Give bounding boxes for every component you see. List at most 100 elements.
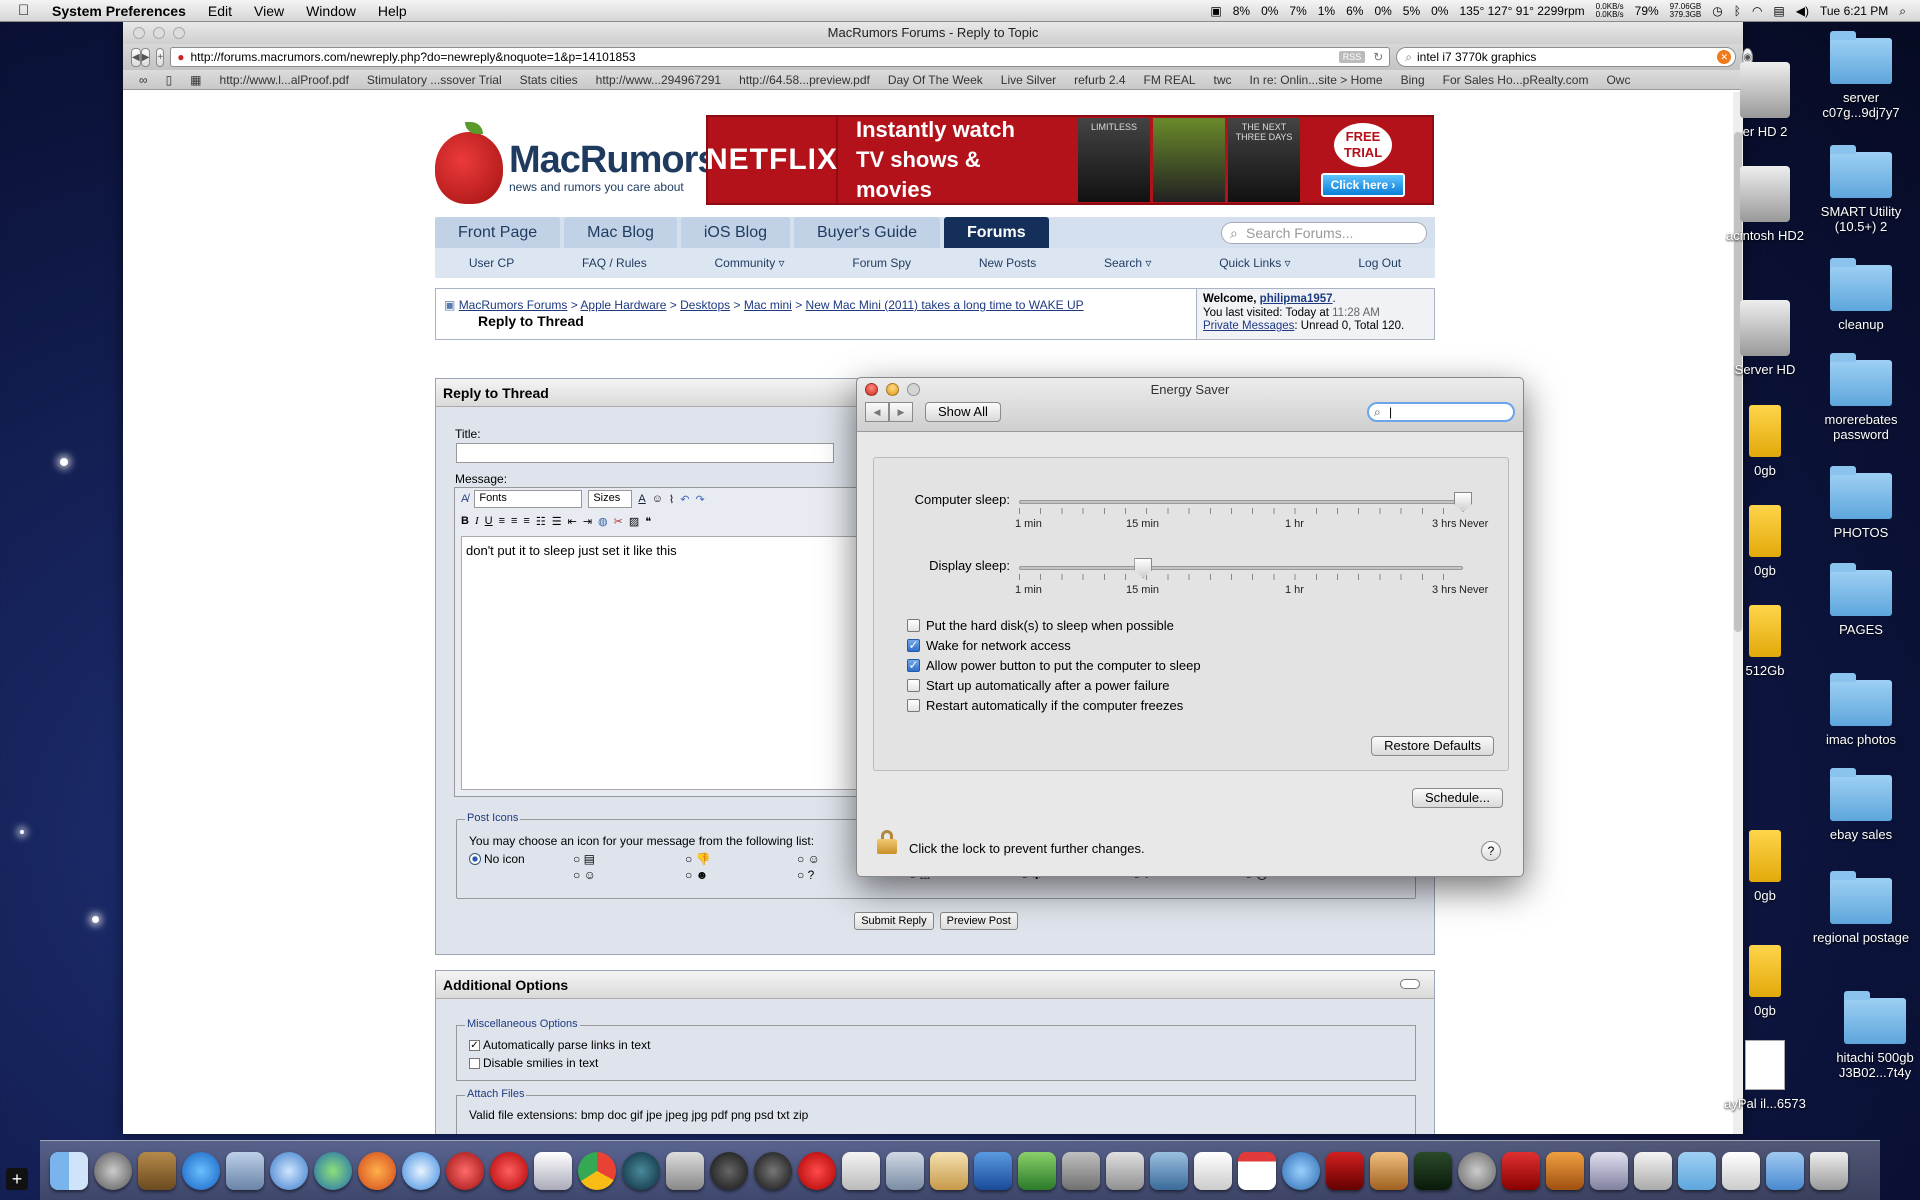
tab-forums[interactable]: Forums [944,217,1049,248]
smilies-icon[interactable]: ☺ [652,493,663,505]
folder-stack-icon[interactable] [1678,1151,1716,1190]
underline-icon[interactable]: U [485,515,493,527]
browser-search-field[interactable]: ⌕ intel i7 3770k graphics ✕ [1396,47,1737,67]
restore-defaults-button[interactable]: Restore Defaults [1371,736,1494,756]
ordered-list-icon[interactable]: ☷ [536,515,546,528]
tab-front-page[interactable]: Front Page [435,217,561,248]
lock-icon[interactable] [877,830,897,854]
forward-button[interactable]: ▶ [140,47,151,67]
auto-parse-links-option[interactable]: ✓ Automatically parse links in text [469,1038,650,1052]
app-icon[interactable] [1062,1151,1100,1190]
bookmark[interactable]: Day Of The Week [888,73,983,87]
help-button[interactable]: ? [1481,841,1501,861]
close-button[interactable] [133,27,145,39]
collapse-toggle[interactable] [1400,979,1420,989]
calendar-icon[interactable] [1238,1151,1276,1190]
app-store-icon[interactable] [182,1151,220,1190]
hard-disk-sleep-checkbox[interactable]: Put the hard disk(s) to sleep when possi… [907,618,1174,633]
menu-edit[interactable]: Edit [197,3,243,19]
itunes-icon[interactable] [1282,1151,1320,1190]
desktop-drive[interactable]: acintosh HD2 [1720,166,1810,243]
safari-icon[interactable] [402,1151,440,1190]
post-icon-thumbs-down[interactable]: ○ 👎 [685,852,797,866]
display-sleep-slider[interactable]: 1 min 15 min 1 hr 3 hrs Never [1015,558,1488,598]
auto-restart-checkbox[interactable]: Restart automatically if the computer fr… [907,698,1183,713]
app-menu[interactable]: System Preferences [38,3,197,19]
bookmark[interactable]: FM REAL [1144,73,1196,87]
firefox-icon[interactable] [358,1151,396,1190]
align-right-icon[interactable]: ≡ [523,515,529,527]
photo-booth-icon[interactable] [886,1151,924,1190]
desktop-folder[interactable]: server c07g...9dj7y7 [1806,31,1916,120]
desktop-drive[interactable]: 0gb [1720,945,1810,1018]
size-select[interactable]: Sizes [588,490,633,508]
activity-monitor-icon[interactable] [1414,1151,1452,1190]
desktop-folder[interactable]: morerebates password [1806,353,1916,442]
username-link[interactable]: philipma1957 [1260,293,1333,305]
net-readout[interactable]: 0.0KB/s 0.0KB/s [1596,3,1624,19]
time-machine-icon[interactable]: ◷ [1712,4,1722,18]
preview-post-button[interactable]: Preview Post [939,912,1018,930]
unordered-list-icon[interactable]: ☰ [552,515,562,528]
tab-ios-blog[interactable]: iOS Blog [680,217,790,248]
bookmark[interactable]: twc [1214,73,1232,87]
flag-icon[interactable]: ▤ [1773,4,1784,18]
align-left-icon[interactable]: ≡ [499,515,505,527]
indent-icon[interactable]: ⇥ [583,515,592,528]
system-preferences-icon[interactable] [1458,1151,1496,1190]
no-icon-option[interactable]: No icon [469,852,525,866]
app-icon[interactable] [622,1151,660,1190]
facetime-icon[interactable] [1018,1151,1056,1190]
wifi-icon[interactable]: ◠ [1752,4,1762,18]
minimize-button[interactable] [153,27,165,39]
desktop-folder[interactable]: ebay sales [1806,768,1916,842]
quote-icon[interactable]: ❝ [645,515,651,528]
finder-icon[interactable] [50,1151,88,1190]
desktop-folder[interactable]: SMART Utility (10.5+) 2 [1806,145,1916,234]
bookmark[interactable]: In re: Onlin...site > Home [1250,73,1383,87]
bookmark[interactable]: For Sales Ho...pRealty.com [1443,73,1589,87]
bookmark[interactable]: http://64.58...preview.pdf [739,73,870,87]
apple-menu-icon[interactable]:  [18,2,38,19]
bookmark[interactable]: Stats cities [520,73,578,87]
subnav-faq[interactable]: FAQ / Rules [582,256,647,270]
desktop-folder[interactable]: imac photos [1806,673,1916,747]
flash-icon[interactable] [1502,1151,1540,1190]
subnav-forum-spy[interactable]: Forum Spy [852,256,911,270]
desktop-folder[interactable]: regional postage [1806,871,1916,945]
subnav-user-cp[interactable]: User CP [469,256,514,270]
post-icon-document[interactable]: ○ ▤ [573,852,685,866]
crumb-link[interactable]: Apple Hardware [580,298,666,312]
title-input[interactable] [456,443,834,463]
trash-icon[interactable] [1810,1151,1848,1190]
bookmarks-icon[interactable]: ▯ [166,73,173,87]
app-icon[interactable] [1546,1151,1584,1190]
address-bar[interactable]: ● http://forums.macrumors.com/newreply.ph… [170,47,1391,67]
bookmark[interactable]: Live Silver [1001,73,1056,87]
message-textarea[interactable]: don't put it to sleep just set it like t… [461,536,873,790]
network-icon[interactable] [270,1151,308,1190]
text-color-icon[interactable]: A [638,493,645,505]
forum-search-input[interactable]: ⌕ Search Forums... [1221,222,1427,244]
reload-icon[interactable]: ↻ [1373,50,1383,64]
desktop-drive[interactable]: 0gb [1720,405,1810,478]
zoom-button[interactable] [173,27,185,39]
battery-readout[interactable]: 79% [1635,4,1659,18]
calculator-icon[interactable] [666,1151,704,1190]
chrome-icon[interactable] [578,1151,616,1190]
desktop-file[interactable]: ayPal il...6573 [1720,1040,1810,1111]
app-icon[interactable] [1634,1151,1672,1190]
bold-icon[interactable]: B [461,515,469,527]
iphoto-icon[interactable] [1370,1151,1408,1190]
tab-mac-blog[interactable]: Mac Blog [564,217,677,248]
app-icon[interactable] [798,1151,836,1190]
desktop-drive[interactable]: 0gb [1720,505,1810,578]
desktop-folder[interactable]: cleanup [1806,258,1916,332]
top-sites-icon[interactable]: ▦ [190,73,201,87]
rss-badge[interactable]: RSS [1338,51,1366,63]
bookmark[interactable]: Bing [1401,73,1425,87]
crumb-link[interactable]: Mac mini [744,298,792,312]
redo-icon[interactable]: ↷ [696,493,705,506]
launchpad-icon[interactable] [94,1151,132,1190]
align-center-icon[interactable]: ≡ [511,515,517,527]
